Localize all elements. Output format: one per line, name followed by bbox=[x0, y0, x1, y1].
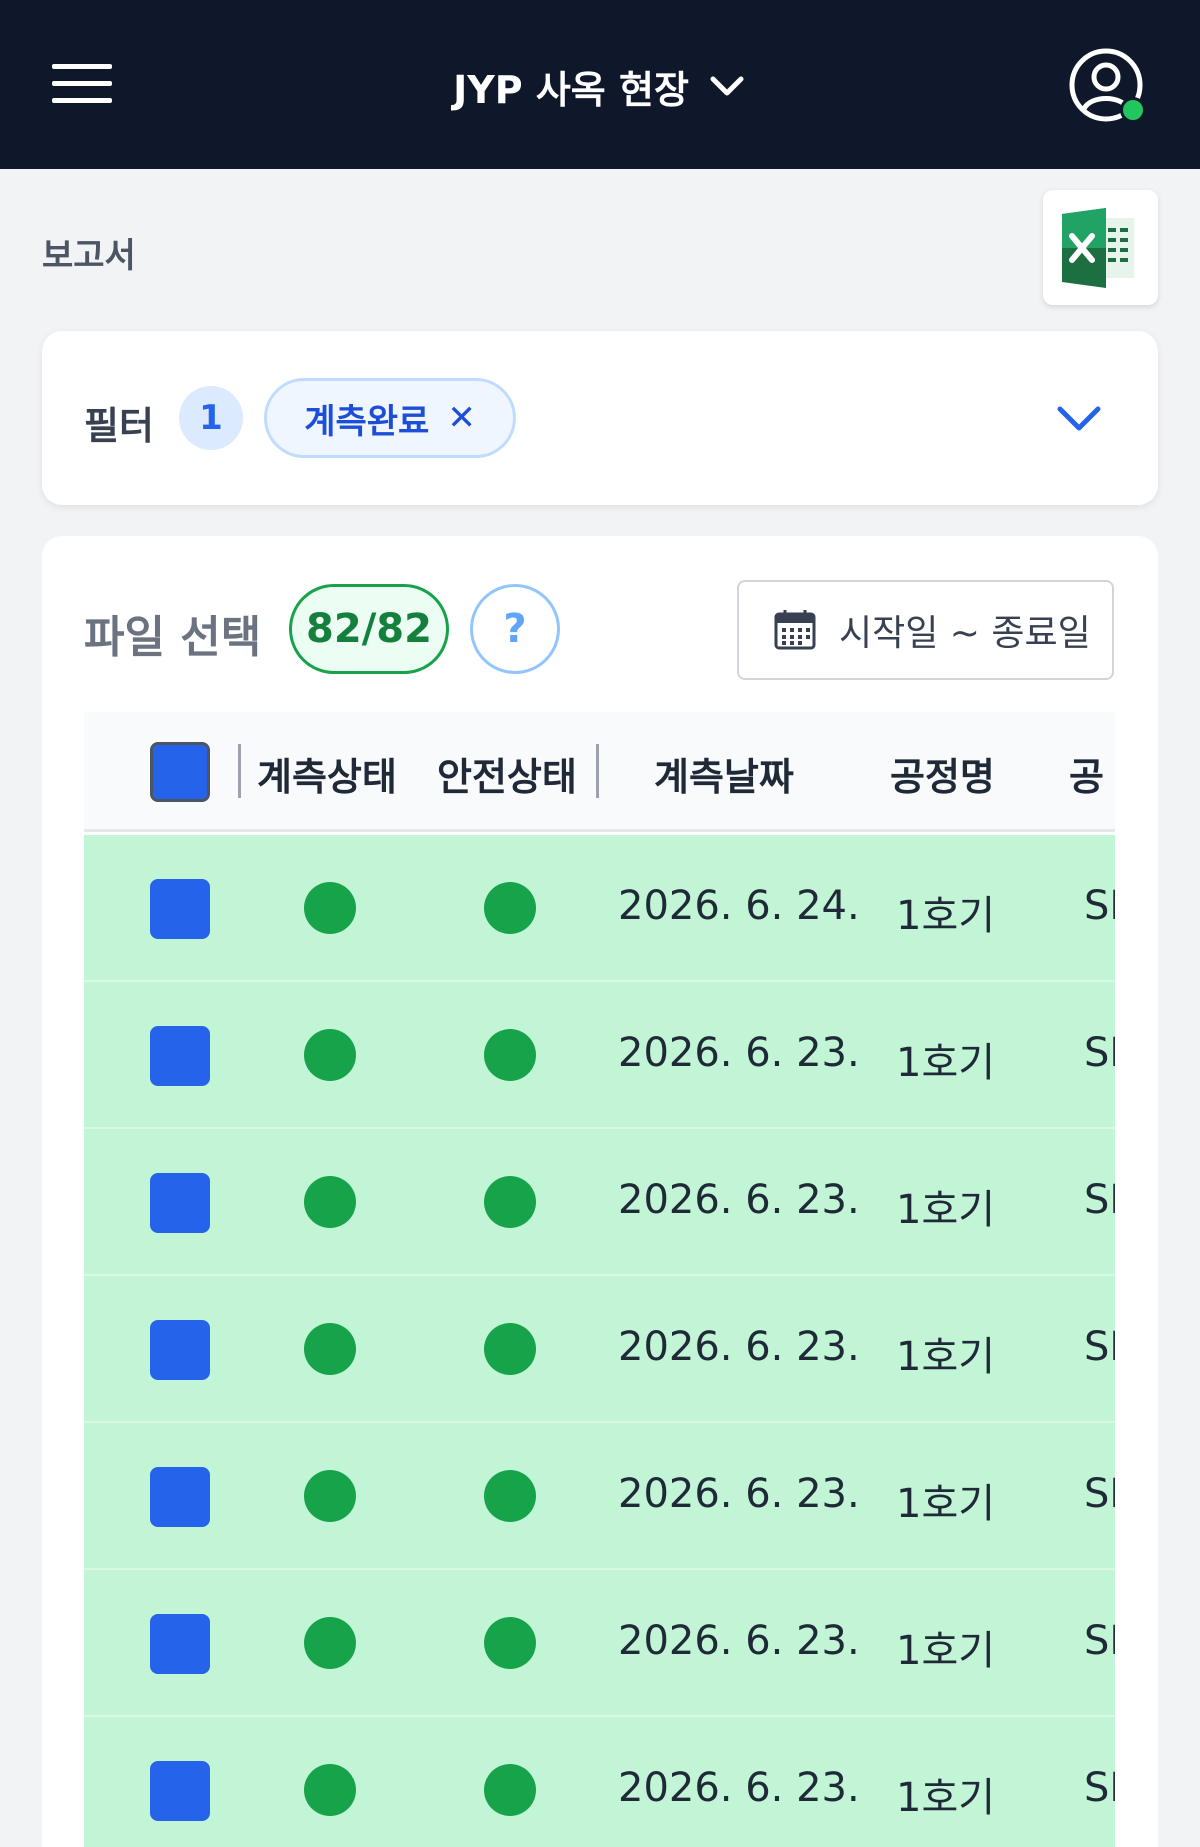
table-row[interactable]: 2026. 6. 23. 1호기 SI bbox=[84, 1129, 1115, 1276]
row-checkbox[interactable] bbox=[150, 879, 210, 939]
profile-button[interactable] bbox=[1068, 47, 1148, 127]
column-header-measure-status[interactable]: 계측상태 bbox=[257, 746, 397, 801]
selected-count-badge: 82/82 bbox=[289, 584, 449, 674]
safety-status-indicator bbox=[484, 1176, 536, 1228]
file-table: 계측상태 안전상태 계측날짜 공정명 공 2026. 6. 24.1호기SI20… bbox=[84, 712, 1115, 1847]
process-name: 1호기 bbox=[896, 893, 996, 939]
excel-icon bbox=[1061, 207, 1134, 288]
row-checkbox[interactable] bbox=[150, 1026, 210, 1086]
process-name: 1호기 bbox=[896, 1628, 996, 1674]
row-checkbox[interactable] bbox=[150, 1614, 210, 1674]
date-range-picker[interactable]: 시작일 ~ 종료일 bbox=[737, 580, 1114, 680]
measure-status-indicator bbox=[304, 1323, 356, 1375]
table-row[interactable]: 2026. 6. 23. 1호기 SI bbox=[84, 982, 1115, 1129]
online-status-dot bbox=[1120, 97, 1146, 123]
measure-status-indicator bbox=[304, 882, 356, 934]
filter-chip-label: 계측완료 bbox=[304, 401, 430, 442]
site-name: JYP 사옥 현장 bbox=[453, 67, 689, 112]
measure-date: 2026. 6. 24. bbox=[618, 883, 860, 929]
measure-date: 2026. 6. 23. bbox=[618, 1618, 860, 1664]
measure-date: 2026. 6. 23. bbox=[618, 1471, 860, 1517]
filter-count-badge: 1 bbox=[179, 386, 243, 450]
measure-date: 2026. 6. 23. bbox=[618, 1765, 860, 1811]
close-icon[interactable]: ✕ bbox=[447, 398, 476, 438]
filter-panel: 필터 1 계측완료 ✕ bbox=[42, 331, 1158, 505]
safety-status-indicator bbox=[484, 1323, 536, 1375]
filter-label: 필터 bbox=[84, 404, 154, 448]
measure-status-indicator bbox=[304, 1176, 356, 1228]
measure-date: 2026. 6. 23. bbox=[618, 1324, 860, 1370]
table-header: 계측상태 안전상태 계측날짜 공정명 공 bbox=[84, 712, 1115, 832]
excel-export-button[interactable] bbox=[1043, 190, 1158, 305]
calendar-icon bbox=[774, 610, 816, 650]
process-extra: SI bbox=[1084, 1324, 1115, 1370]
file-selection-title: 파일 선택 bbox=[84, 612, 262, 663]
measure-status-indicator bbox=[304, 1029, 356, 1081]
process-name: 1호기 bbox=[896, 1481, 996, 1527]
safety-status-indicator bbox=[484, 882, 536, 934]
measure-date: 2026. 6. 23. bbox=[618, 1030, 860, 1076]
measure-status-indicator bbox=[304, 1764, 356, 1816]
process-name: 1호기 bbox=[896, 1775, 996, 1821]
safety-status-indicator bbox=[484, 1617, 536, 1669]
select-all-checkbox[interactable] bbox=[150, 742, 210, 802]
top-bar: JYP 사옥 현장 bbox=[0, 0, 1200, 169]
process-name: 1호기 bbox=[896, 1187, 996, 1233]
process-extra: SI bbox=[1084, 1030, 1115, 1076]
chevron-down-icon[interactable] bbox=[1054, 393, 1104, 443]
chevron-down-icon bbox=[710, 76, 744, 96]
process-extra: SI bbox=[1084, 1471, 1115, 1517]
date-range-label: 시작일 ~ 종료일 bbox=[839, 613, 1091, 654]
safety-status-indicator bbox=[484, 1764, 536, 1816]
safety-status-indicator bbox=[484, 1470, 536, 1522]
row-checkbox[interactable] bbox=[150, 1320, 210, 1380]
site-selector[interactable]: JYP 사옥 현장 bbox=[0, 56, 1200, 116]
filter-chip[interactable]: 계측완료 ✕ bbox=[264, 378, 516, 458]
row-checkbox[interactable] bbox=[150, 1173, 210, 1233]
process-name: 1호기 bbox=[896, 1334, 996, 1380]
process-extra: SI bbox=[1084, 1177, 1115, 1223]
table-row[interactable]: 2026. 6. 23. 1호기 SI bbox=[84, 1276, 1115, 1423]
column-header-safety-status[interactable]: 안전상태 bbox=[437, 746, 577, 801]
row-checkbox[interactable] bbox=[150, 1467, 210, 1527]
help-button[interactable]: ? bbox=[470, 584, 560, 674]
process-name: 1호기 bbox=[896, 1040, 996, 1086]
process-extra: SI bbox=[1084, 1618, 1115, 1664]
row-checkbox[interactable] bbox=[150, 1761, 210, 1821]
column-header-measure-date[interactable]: 계측날짜 bbox=[654, 746, 794, 801]
measure-status-indicator bbox=[304, 1617, 356, 1669]
measure-date: 2026. 6. 23. bbox=[618, 1177, 860, 1223]
column-divider[interactable] bbox=[238, 744, 241, 798]
measure-status-indicator bbox=[304, 1470, 356, 1522]
file-selection-panel: 파일 선택 82/82 ? 시작일 ~ 종료일 계측상태 안전상태 계측날짜 공… bbox=[42, 536, 1158, 1847]
process-extra: SI bbox=[1084, 1765, 1115, 1811]
page-title: 보고서 bbox=[42, 236, 136, 276]
column-header-partial[interactable]: 공 bbox=[1069, 746, 1104, 801]
safety-status-indicator bbox=[484, 1029, 536, 1081]
column-divider[interactable] bbox=[596, 744, 599, 798]
table-row[interactable]: 2026. 6. 23. 1호기 SI bbox=[84, 1717, 1115, 1847]
table-row[interactable]: 2026. 6. 24. 1호기 SI bbox=[84, 835, 1115, 982]
column-header-process-name[interactable]: 공정명 bbox=[890, 746, 995, 801]
process-extra: SI bbox=[1084, 883, 1115, 929]
table-row[interactable]: 2026. 6. 23. 1호기 SI bbox=[84, 1570, 1115, 1717]
table-row[interactable]: 2026. 6. 23. 1호기 SI bbox=[84, 1423, 1115, 1570]
